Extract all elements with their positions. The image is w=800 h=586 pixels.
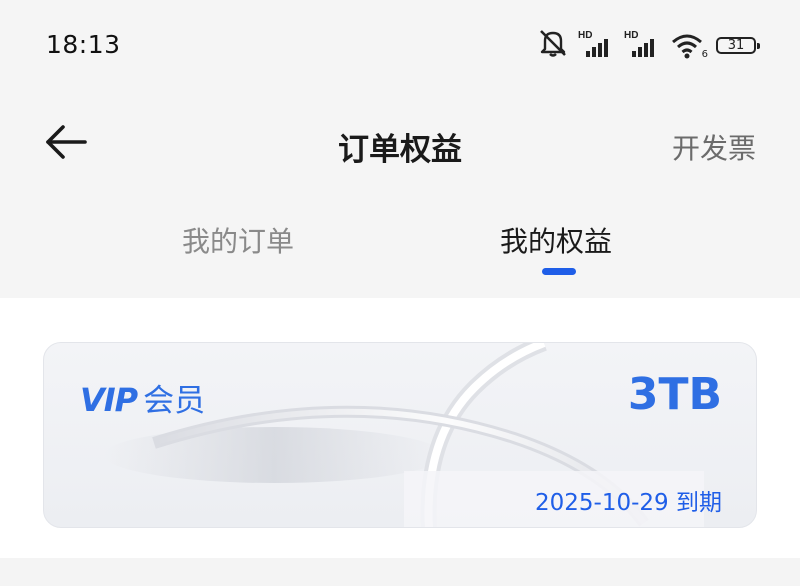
app-header: 订单权益 开发票	[0, 92, 800, 192]
status-bar: 18:13 HD HD 6 31	[0, 0, 800, 92]
signal-icon: HD	[624, 30, 662, 60]
status-icons: HD HD 6 31	[536, 27, 760, 63]
vip-logo: VIP 会员	[80, 375, 205, 420]
tab-my-benefits[interactable]: 我的权益	[500, 220, 612, 260]
wifi-icon: 6	[670, 30, 708, 60]
status-time: 18:13	[46, 30, 121, 59]
active-tab-indicator	[542, 268, 576, 275]
battery-icon: 31	[716, 36, 760, 54]
bottom-divider	[0, 558, 800, 586]
tab-my-orders[interactable]: 我的订单	[182, 220, 294, 260]
signal-icon: HD	[578, 30, 616, 60]
vip-mark: VIP	[80, 381, 138, 419]
membership-label: 会员	[143, 383, 206, 419]
expiry-date: 2025-10-29 到期	[535, 490, 722, 516]
vip-membership-card[interactable]: VIP 会员 3TB 2025-10-29 到期	[43, 342, 757, 528]
benefits-content: VIP 会员 3TB 2025-10-29 到期	[0, 298, 800, 558]
bell-muted-icon	[536, 27, 570, 63]
issue-invoice-button[interactable]: 开发票	[672, 127, 756, 167]
tab-bar: 我的订单 我的权益	[0, 192, 800, 298]
storage-capacity: 3TB	[627, 369, 722, 420]
wifi-6-label: 6	[701, 49, 708, 60]
battery-level: 31	[727, 37, 745, 53]
